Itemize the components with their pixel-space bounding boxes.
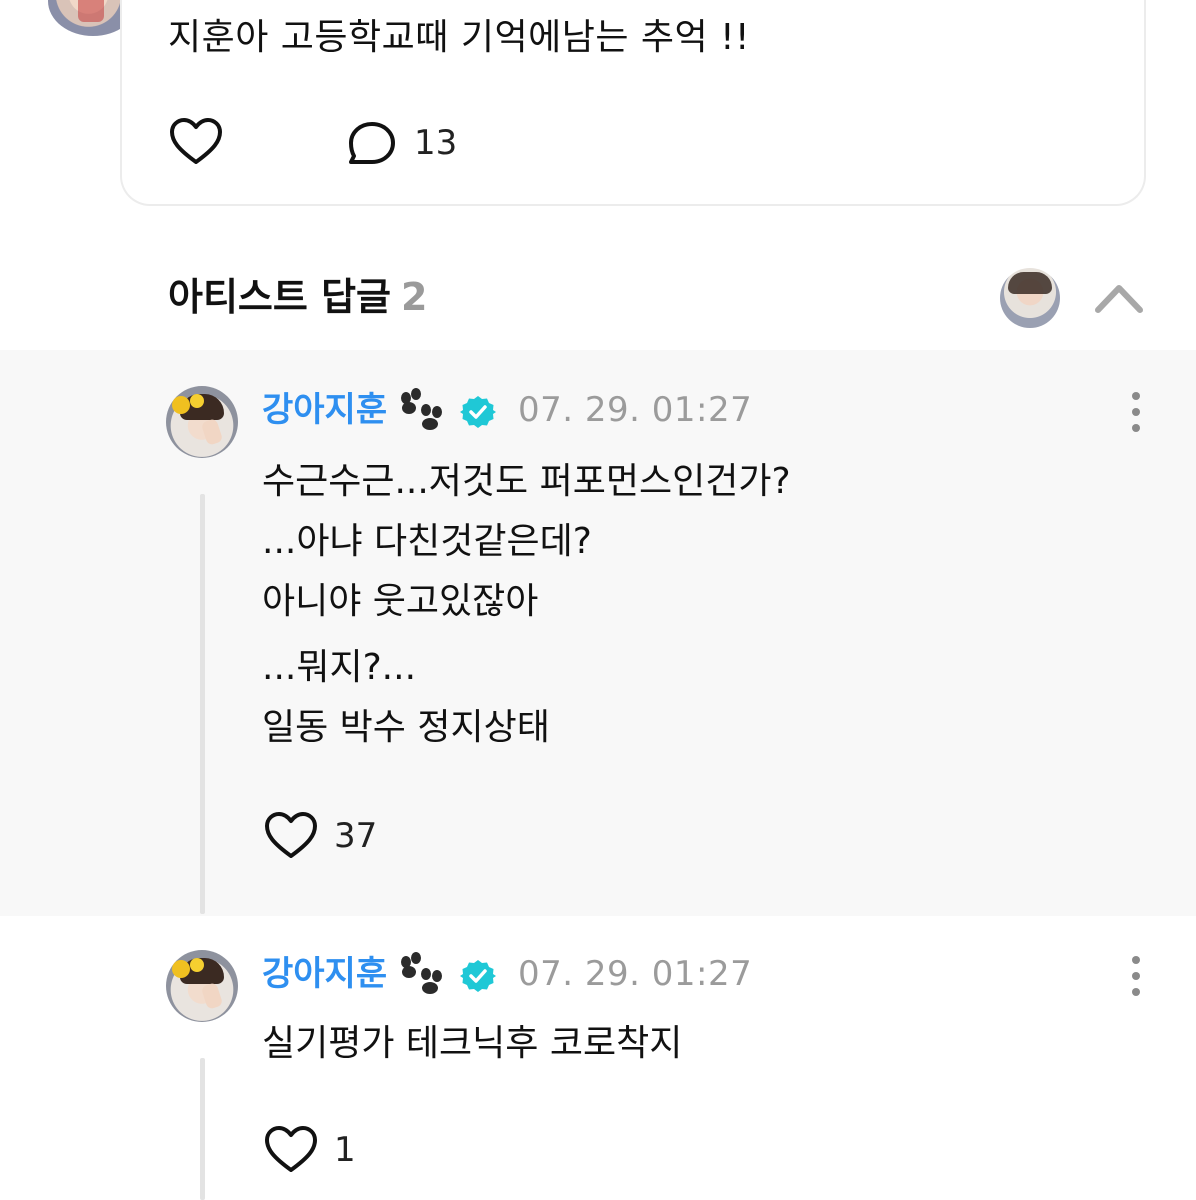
reply-like-button[interactable]: [262, 1124, 320, 1176]
comment-bubble-icon: [349, 122, 395, 164]
verified-badge-icon: [460, 958, 496, 994]
reply-author-avatar[interactable]: [166, 950, 238, 1022]
heart-icon: [170, 118, 222, 164]
reply-text-line: 일동 박수 정지상태: [262, 707, 550, 748]
reply-like-count: 1: [334, 1130, 356, 1170]
reply-like-count: 37: [334, 816, 378, 856]
reply-more-button[interactable]: [1124, 954, 1148, 998]
post-comment-button[interactable]: [344, 118, 400, 170]
thread-line: [200, 1058, 205, 1200]
reply-more-button[interactable]: [1124, 390, 1148, 434]
post-like-button[interactable]: [168, 116, 224, 168]
more-vertical-icon: [1132, 956, 1140, 996]
heart-icon: [265, 812, 317, 858]
thread-line: [200, 494, 205, 914]
post-text: 지훈아 고등학교때 기억에남는 추억 !!: [168, 17, 750, 58]
reply-text-line: 실기평가 테크닉후 코로착지: [262, 1023, 683, 1064]
paw-icon: [396, 952, 448, 996]
artist-replies-header: 아티스트 답글 2: [168, 272, 427, 322]
reply-author-avatar[interactable]: [166, 386, 238, 458]
reply-text-line: 수근수근...저것도 퍼포먼스인건가?: [262, 461, 791, 502]
paw-icon: [396, 388, 448, 432]
verified-badge-icon: [460, 394, 496, 430]
artist-replies-title: 아티스트 답글: [168, 275, 391, 319]
artist-replies-count: 2: [401, 275, 428, 319]
artist-avatar[interactable]: [1000, 268, 1060, 328]
reply-like-button[interactable]: [262, 810, 320, 862]
reply-author-name[interactable]: 강아지훈: [262, 388, 387, 432]
reply-author-name[interactable]: 강아지훈: [262, 952, 387, 996]
post-comment-count: 13: [414, 123, 458, 163]
reply-text-line: ...뭐지?...: [262, 647, 417, 688]
reply-text-line: 아니야 웃고있잖아: [262, 581, 539, 622]
reply-text-line: ...아냐 다친것같은데?: [262, 521, 592, 562]
reply-thread-view: 지훈아 고등학교때 기억에남는 추억 !! 13 아티스트 답글2 강아지훈: [0, 0, 1196, 1200]
reply-timestamp: 07. 29. 01:27: [518, 390, 753, 430]
heart-icon: [265, 1126, 317, 1172]
collapse-replies-button[interactable]: [1092, 278, 1146, 318]
chevron-up-icon: [1095, 285, 1143, 313]
reply-timestamp: 07. 29. 01:27: [518, 954, 753, 994]
more-vertical-icon: [1132, 392, 1140, 432]
